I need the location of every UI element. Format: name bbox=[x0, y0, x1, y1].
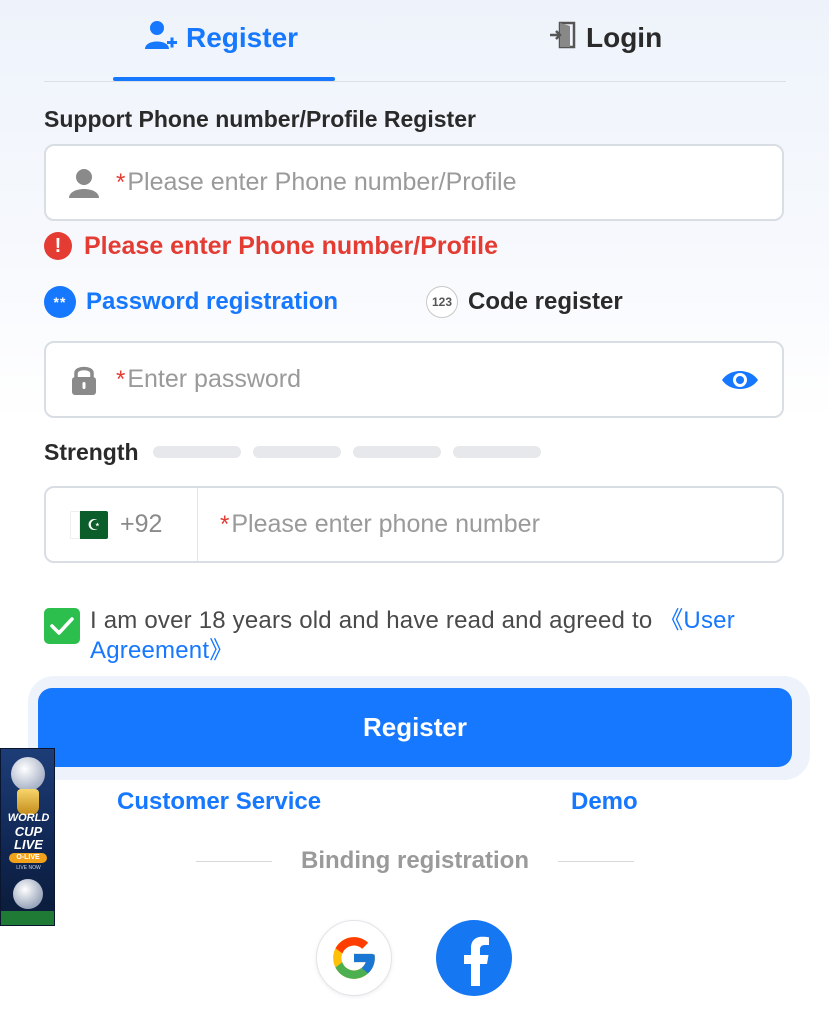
strength-bar-2 bbox=[252, 446, 341, 458]
football-icon bbox=[13, 879, 43, 909]
divider-line-left bbox=[196, 860, 272, 862]
tab-register-label: Register bbox=[186, 22, 299, 53]
eye-icon[interactable] bbox=[710, 367, 770, 393]
tab-login-label: Login bbox=[586, 22, 663, 53]
binding-label: Binding registration bbox=[301, 847, 529, 874]
required-mark: * bbox=[116, 365, 126, 393]
football-icon bbox=[11, 757, 45, 791]
registration-mode-group: ** Password registration 123 Code regist… bbox=[44, 284, 784, 320]
agreement-checkbox[interactable] bbox=[44, 608, 80, 644]
promo-badge: O-LIVE bbox=[9, 853, 47, 863]
google-icon bbox=[333, 937, 375, 979]
google-login-button[interactable] bbox=[316, 920, 392, 996]
user-icon bbox=[52, 166, 116, 200]
profile-field[interactable]: * bbox=[44, 144, 784, 221]
customer-service-link[interactable]: Customer Service bbox=[117, 788, 321, 816]
phone-field[interactable]: ☪ +92 * bbox=[44, 486, 784, 563]
mode-code-register[interactable]: 123 Code register bbox=[426, 284, 623, 320]
password-strength: Strength bbox=[44, 436, 553, 468]
profile-error-text: Please enter Phone number/Profile bbox=[84, 231, 499, 260]
add-user-icon bbox=[144, 19, 178, 58]
strength-bar-1 bbox=[152, 446, 241, 458]
strength-bar-3 bbox=[352, 446, 441, 458]
error-icon: ! bbox=[44, 232, 72, 260]
world-cup-live-promo[interactable]: WORLD CUP LIVE O-LIVE LIVE NOW bbox=[0, 748, 55, 926]
required-mark: * bbox=[116, 168, 126, 196]
promo-line-3: LIVE bbox=[14, 837, 43, 852]
profile-error: ! Please enter Phone number/Profile bbox=[44, 230, 498, 262]
password-field[interactable]: * bbox=[44, 341, 784, 418]
password-input[interactable] bbox=[127, 343, 710, 416]
country-code: +92 bbox=[120, 510, 163, 538]
agreement-statement: I am over 18 years old and have read and… bbox=[90, 607, 660, 634]
demo-link[interactable]: Demo bbox=[571, 788, 638, 816]
lock-icon bbox=[52, 363, 116, 397]
binding-divider: Binding registration bbox=[196, 844, 634, 878]
strength-bar-4 bbox=[452, 446, 541, 458]
facebook-login-button[interactable] bbox=[436, 920, 512, 996]
register-button[interactable]: Register bbox=[38, 688, 792, 767]
code-mode-icon: 123 bbox=[426, 286, 458, 318]
phone-input[interactable] bbox=[231, 488, 782, 561]
section-title: Support Phone number/Profile Register bbox=[44, 106, 476, 132]
mode-code-label: Code register bbox=[468, 288, 623, 315]
promo-sub: LIVE NOW bbox=[16, 865, 41, 871]
profile-input[interactable] bbox=[127, 146, 782, 219]
pakistan-flag-icon: ☪ bbox=[70, 510, 108, 539]
promo-line-1: WORLD bbox=[7, 812, 50, 824]
divider-line-right bbox=[558, 860, 634, 862]
mode-password-label: Password registration bbox=[86, 288, 339, 315]
login-door-icon bbox=[548, 20, 578, 57]
grass-decoration bbox=[1, 911, 54, 925]
facebook-icon bbox=[464, 936, 489, 986]
auth-tabs: Register Login bbox=[44, 0, 786, 82]
active-tab-indicator bbox=[113, 77, 335, 81]
tab-login[interactable]: Login bbox=[548, 18, 662, 58]
checkmark-icon bbox=[50, 617, 74, 635]
mode-password-registration[interactable]: ** Password registration bbox=[44, 284, 338, 320]
password-mode-icon: ** bbox=[44, 286, 76, 318]
strength-label: Strength bbox=[44, 438, 139, 465]
country-code-selector[interactable]: ☪ +92 bbox=[46, 488, 198, 561]
required-mark: * bbox=[220, 510, 230, 538]
tab-register[interactable]: Register bbox=[144, 18, 298, 58]
agreement-text: I am over 18 years old and have read and… bbox=[90, 606, 790, 666]
